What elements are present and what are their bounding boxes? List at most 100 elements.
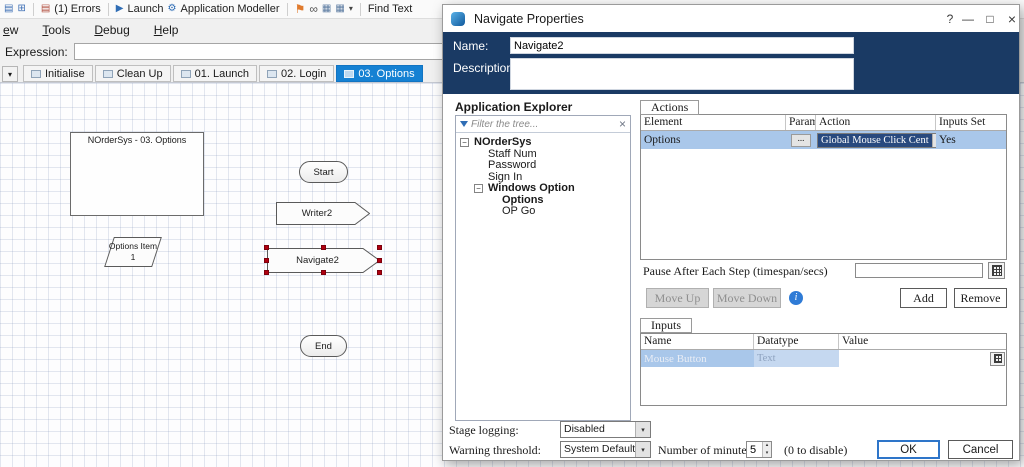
glasses-icon[interactable]: ∞ [309,3,318,15]
value-expression-button[interactable] [990,351,1005,366]
close-button[interactable]: × [1003,5,1021,32]
note-stage[interactable]: NOrderSys - 03. Options [70,132,204,216]
pause-expression-button[interactable] [988,262,1005,279]
description-label: Description: [453,61,517,75]
minutes-input[interactable] [747,442,762,457]
selection-handle[interactable] [377,270,382,275]
collapse-icon[interactable]: − [474,184,483,193]
tree-item-staff-num[interactable]: Staff Num [458,147,628,161]
spin-up-icon[interactable]: ▴ [763,442,771,450]
menu-debug[interactable]: Debug [92,21,131,39]
tree-filter-input[interactable] [471,118,616,130]
tree-label: Sign In [488,170,523,183]
writer-stage[interactable]: Writer2 [276,202,371,225]
application-explorer-panel: × − NOrderSys Staff Num Password Sign In… [455,115,631,421]
data-item-stage[interactable]: Options Item 1 [103,237,163,267]
description-input[interactable] [510,58,854,90]
selection-handle[interactable] [264,258,269,263]
warning-threshold-select[interactable]: System Default ▾ [560,441,651,458]
chevron-down-icon[interactable]: ▾ [635,422,650,437]
grid-icon[interactable]: ▦ [322,4,331,14]
errors-icon[interactable]: ▤ [41,4,50,14]
column-params: Params [786,115,816,130]
move-down-button[interactable]: Move Down [713,288,781,308]
ok-button[interactable]: OK [877,440,940,459]
stage-logging-value: Disabled [564,423,605,435]
dialog-titlebar[interactable]: Navigate Properties [443,5,1019,32]
tree-label: Password [488,159,537,171]
column-element: Element [641,115,786,130]
minimize-button[interactable]: — [959,5,977,32]
application-modeller-button[interactable]: Application Modeller [181,3,280,15]
data-item-line1: Options Item [108,241,158,252]
chevron-down-icon[interactable]: ▾ [349,4,353,14]
window-icon[interactable]: ⊞ [17,4,25,14]
pause-after-step-label: Pause After Each Step (timespan/secs) [643,264,828,278]
action-combobox[interactable]: Global Mouse Click Cent ▾ [817,132,936,148]
tab-clean-up[interactable]: Clean Up [94,65,171,82]
selection-handle[interactable] [264,270,269,275]
inputs-group-label: Inputs [640,318,692,333]
tab-label: Initialise [45,67,85,80]
tab-initialise[interactable]: Initialise [23,65,93,82]
action-row-options[interactable]: Options ... Global Mouse Click Cent ▾ Ye… [641,131,1006,149]
tab-03-options[interactable]: 03. Options [336,65,423,82]
data-item-line2: 1 [130,252,136,262]
tree-item-op-go[interactable]: OP Go [458,206,628,218]
flag-icon[interactable]: ⚑ [295,3,306,15]
page-icon[interactable]: ▤ [4,4,13,14]
menu-tools[interactable]: Tools [40,21,72,39]
maximize-button[interactable]: □ [981,5,999,32]
selection-handle[interactable] [377,258,382,263]
start-stage[interactable]: Start [299,161,348,183]
find-text-button[interactable]: Find Text [368,3,412,15]
selection-handle[interactable] [321,270,326,275]
pause-after-step-input[interactable] [855,263,983,278]
actions-table: Element Params Action Inputs Set Options… [640,114,1007,260]
minutes-spinner[interactable]: ▴ ▾ [746,441,772,458]
column-name: Name [641,334,754,349]
menu-view[interactable]: ew [1,21,20,39]
page-icon [267,69,278,78]
info-icon[interactable]: i [789,291,803,305]
name-input[interactable] [510,37,854,54]
selection-handle[interactable] [321,245,326,250]
collapse-icon[interactable]: − [460,138,469,147]
chevron-down-icon[interactable]: ▾ [635,442,650,457]
dialog-header: Name: Description: [443,32,1019,94]
filter-clear-icon[interactable]: × [619,118,626,130]
tree-item-password[interactable]: Password [458,160,628,172]
tree-item-options[interactable]: Options [458,194,628,207]
stage-logging-select[interactable]: Disabled ▾ [560,421,651,438]
filter-funnel-icon [460,121,468,127]
end-stage[interactable]: End [300,335,347,357]
tab-list-dropdown[interactable]: ▾ [2,66,18,82]
column-inputs-set: Inputs Set [939,116,986,128]
selection-handle[interactable] [377,245,382,250]
selection-handle[interactable] [264,245,269,250]
stage-logging-label: Stage logging: [449,423,519,437]
cancel-button[interactable]: Cancel [948,440,1013,459]
params-ellipsis-button[interactable]: ... [791,133,811,147]
menu-help[interactable]: Help [152,21,181,39]
tree-label: Staff Num [488,147,537,160]
spin-down-icon[interactable]: ▾ [763,449,771,457]
tree-item-nordersys[interactable]: − NOrderSys [458,137,628,149]
navigate-stage-selected[interactable]: Navigate2 [264,245,382,275]
move-up-button[interactable]: Move Up [646,288,709,308]
launch-button[interactable]: Launch [127,3,163,15]
tab-02-login[interactable]: 02. Login [259,65,335,82]
page-tab-bar: ▾ Initialise Clean Up 01. Launch 02. Log… [0,62,440,82]
launch-icon[interactable]: ▶ [116,4,124,14]
tab-01-launch[interactable]: 01. Launch [172,65,258,82]
grid-dropdown-icon[interactable]: ▦ [335,4,344,14]
errors-button[interactable]: (1) Errors [54,3,100,15]
help-button[interactable]: ? [941,5,959,32]
tree-item-windows-option[interactable]: − Windows Option [458,183,628,195]
calculator-icon [993,354,1002,363]
remove-button[interactable]: Remove [954,288,1007,308]
application-modeller-icon[interactable]: ⚙ [168,4,177,14]
calculator-icon [991,265,1002,276]
add-button[interactable]: Add [900,288,947,308]
input-row-mouse-button[interactable]: Mouse Button Text [641,350,1006,367]
